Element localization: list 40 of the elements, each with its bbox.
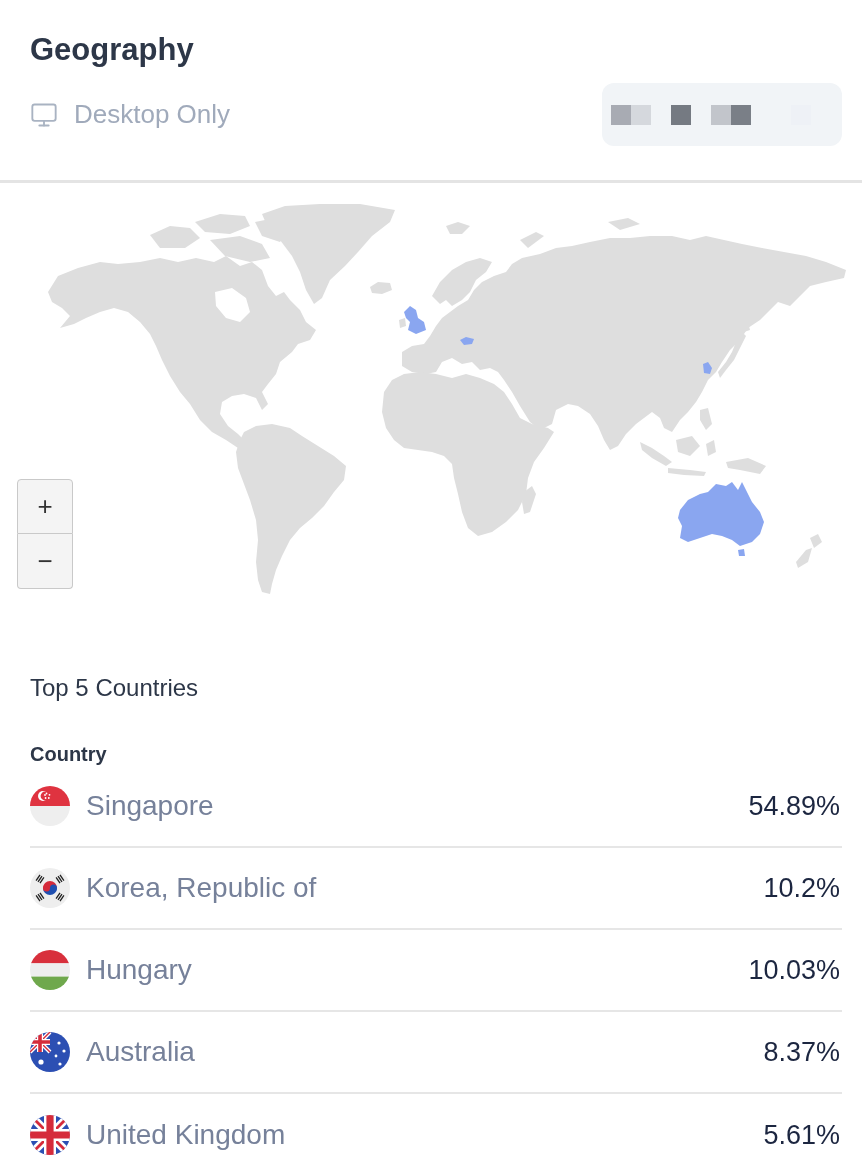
united-kingdom-flag-icon [30,1115,70,1155]
zoom-in-button[interactable]: + [17,479,73,534]
island-shape [676,436,700,456]
country-name: Australia [86,1035,195,1069]
island-shape [706,440,716,456]
zoom-out-button[interactable]: − [17,534,73,589]
country-name: Singapore [86,789,214,823]
island-shape [810,534,822,548]
highlighted-country-shape [404,306,426,334]
section-title: Top 5 Countries [30,674,199,702]
island-shape [370,282,392,294]
column-header: Country [30,742,107,766]
subtitle: Desktop Only [74,98,231,131]
island-shape [700,408,712,430]
island-shape [522,486,536,514]
country-share: 10.2% [763,871,841,905]
island-shape [796,548,812,568]
island-shape [640,442,672,466]
country-share: 8.37% [763,1035,841,1069]
hungary-flag-icon [30,950,70,990]
island-shape [520,232,544,248]
card-title: Geography [30,32,194,68]
country-share: 54.89% [748,789,841,823]
island-shape [195,214,250,234]
highlighted-country-shape [460,337,474,345]
country-name: Hungary [86,953,192,987]
island-shape [446,222,470,234]
country-share: 5.61% [763,1118,841,1152]
island-shape [399,318,406,328]
country-share: 10.03% [748,953,841,987]
highlighted-country-shape [703,362,712,374]
country-name: United Kingdom [86,1118,286,1152]
island-shape [150,226,200,248]
island-shape [726,458,766,474]
australia-flag-icon [30,1032,70,1072]
south-korea-flag-icon [30,868,70,908]
country-name: Korea, Republic of [86,871,317,905]
island-shape [668,468,706,476]
island-shape [608,218,640,230]
singapore-flag-icon [30,786,70,826]
